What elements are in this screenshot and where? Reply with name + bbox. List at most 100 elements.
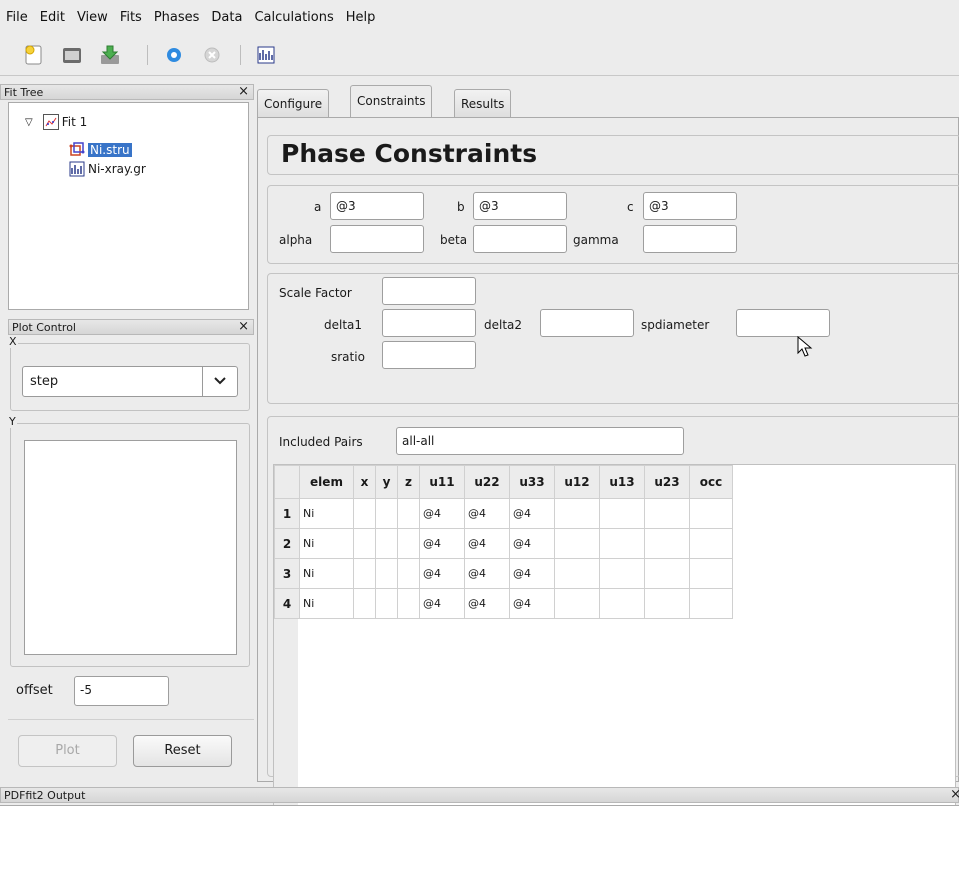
table-cell[interactable] [644,588,690,619]
table-cell[interactable]: @4 [419,528,465,559]
column-header[interactable]: x [353,465,376,499]
output-close-icon[interactable]: × [950,787,959,803]
table-cell[interactable] [397,498,420,529]
table-cell[interactable] [689,558,733,589]
x-select[interactable]: step [22,366,238,397]
tree-item-fit[interactable]: ▽ Fit 1 [25,113,87,131]
table-cell[interactable] [375,588,398,619]
a-input[interactable]: @3 [330,192,424,220]
table-cell[interactable]: @4 [509,558,555,589]
corner-cell[interactable] [274,465,300,499]
beta-input[interactable] [473,225,567,253]
menu-fits[interactable]: Fits [114,10,148,25]
gamma-input[interactable] [643,225,737,253]
tab-constraints[interactable]: Constraints [350,85,433,118]
table-cell[interactable] [375,558,398,589]
save-icon[interactable] [98,43,122,67]
table-cell[interactable] [353,528,376,559]
table-cell[interactable] [599,528,645,559]
table-cell[interactable] [689,498,733,529]
table-cell[interactable] [689,528,733,559]
tree-item-phase[interactable]: Ni.stru [69,141,132,159]
chevron-down-icon[interactable] [213,373,227,390]
table-cell[interactable] [375,498,398,529]
column-header[interactable]: u13 [599,465,645,499]
menu-calculations[interactable]: Calculations [248,10,339,25]
column-header[interactable]: u12 [554,465,600,499]
delta2-input[interactable] [540,309,634,337]
scale-factor-input[interactable] [382,277,476,305]
included-pairs-input[interactable]: all-all [396,427,684,455]
table-cell[interactable] [689,588,733,619]
tab-results[interactable]: Results [454,89,512,117]
table-cell[interactable] [353,498,376,529]
table-cell[interactable]: Ni [299,558,354,589]
table-cell[interactable] [554,528,600,559]
menu-edit[interactable]: Edit [34,10,71,25]
atoms-table[interactable]: elem x y z u11 u22 u33 u12 u13 u23 occ 1… [273,464,956,809]
menu-view[interactable]: View [71,10,114,25]
table-cell[interactable] [554,588,600,619]
open-icon[interactable] [60,43,84,67]
plot-control-close-icon[interactable]: × [238,319,249,335]
column-header[interactable]: elem [299,465,354,499]
table-cell[interactable] [353,558,376,589]
table-cell[interactable]: Ni [299,588,354,619]
tree-item-data[interactable]: Ni-xray.gr [69,160,146,178]
table-cell[interactable]: Ni [299,528,354,559]
offset-input[interactable]: -5 [74,676,169,706]
table-cell[interactable]: @4 [509,528,555,559]
table-cell[interactable] [644,558,690,589]
table-cell[interactable] [554,498,600,529]
b-input[interactable]: @3 [473,192,567,220]
run-icon[interactable] [162,43,186,67]
column-header[interactable]: u11 [419,465,465,499]
table-cell[interactable] [599,498,645,529]
table-cell[interactable] [554,558,600,589]
menu-data[interactable]: Data [205,10,248,25]
column-header[interactable]: u22 [464,465,510,499]
fit-tree-close-icon[interactable]: × [238,84,249,100]
table-cell[interactable] [397,588,420,619]
table-cell[interactable] [644,528,690,559]
table-cell[interactable] [644,498,690,529]
new-icon[interactable] [22,43,46,67]
table-cell[interactable]: @4 [419,498,465,529]
table-cell[interactable] [397,558,420,589]
column-header[interactable]: z [397,465,420,499]
row-header[interactable]: 2 [274,528,300,559]
c-input[interactable]: @3 [643,192,737,220]
table-cell[interactable]: @4 [419,558,465,589]
column-header[interactable]: occ [689,465,733,499]
table-cell[interactable]: @4 [464,498,510,529]
row-header[interactable]: 3 [274,558,300,589]
alpha-input[interactable] [330,225,424,253]
sratio-input[interactable] [382,341,476,369]
output-text-area[interactable] [0,805,959,883]
menu-help[interactable]: Help [340,10,382,25]
column-header[interactable]: u33 [509,465,555,499]
collapse-triangle-icon[interactable]: ▽ [25,117,33,128]
plot-button[interactable]: Plot [18,735,117,767]
table-cell[interactable]: @4 [419,588,465,619]
table-cell[interactable] [375,528,398,559]
column-header[interactable]: y [375,465,398,499]
column-header[interactable]: u23 [644,465,690,499]
stop-icon[interactable] [200,43,224,67]
row-header[interactable]: 1 [274,498,300,529]
table-cell[interactable] [397,528,420,559]
table-cell[interactable]: @4 [509,588,555,619]
table-cell[interactable] [599,558,645,589]
table-cell[interactable]: @4 [464,588,510,619]
table-cell[interactable] [353,588,376,619]
table-cell[interactable]: Ni [299,498,354,529]
y-list[interactable] [24,440,237,655]
table-cell[interactable] [599,588,645,619]
spdiameter-input[interactable] [736,309,830,337]
table-cell[interactable]: @4 [464,528,510,559]
tab-configure[interactable]: Configure [257,89,330,117]
row-header[interactable]: 4 [274,588,300,619]
plot-icon[interactable] [254,43,278,67]
menu-phases[interactable]: Phases [148,10,206,25]
delta1-input[interactable] [382,309,476,337]
